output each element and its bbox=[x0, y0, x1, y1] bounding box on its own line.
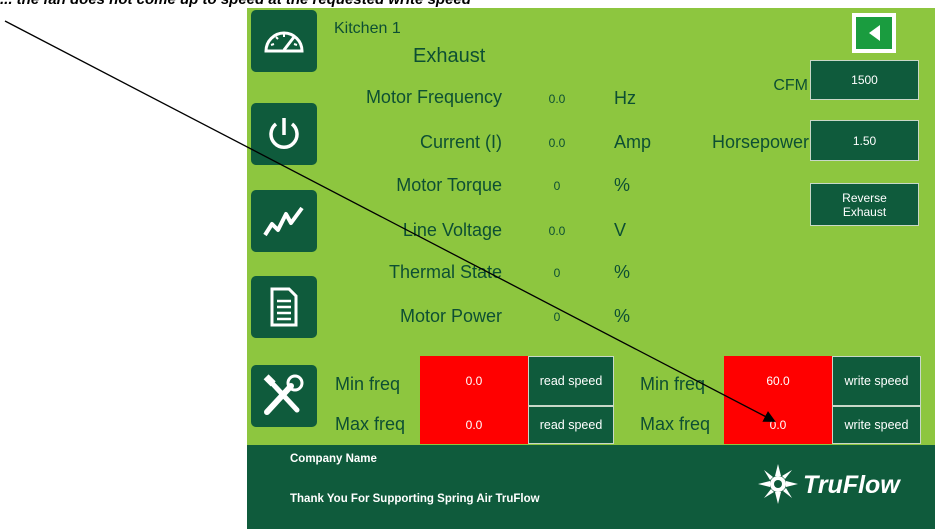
nav-dashboard-button[interactable] bbox=[251, 10, 317, 72]
trend-chart-icon bbox=[263, 206, 304, 237]
location-label: Kitchen 1 bbox=[334, 20, 401, 37]
horsepower-label: Horsepower bbox=[711, 132, 809, 152]
line-voltage-unit: V bbox=[614, 220, 627, 240]
motor-frequency-label: Motor Frequency bbox=[365, 87, 502, 107]
write-min-freq-label: Min freq bbox=[640, 374, 706, 394]
write-max-freq-field[interactable]: 0.0 bbox=[724, 406, 832, 444]
reverse-exhaust-label-line1: Reverse bbox=[842, 190, 887, 205]
cfm-label: CFM bbox=[773, 77, 808, 94]
thanks-message: Thank You For Supporting Spring Air TruF… bbox=[290, 493, 540, 505]
cfm-field[interactable]: 1500 bbox=[810, 60, 919, 100]
read-max-freq-label: Max freq bbox=[335, 414, 406, 434]
nav-trend-button[interactable] bbox=[251, 190, 317, 252]
read-min-freq-label: Min freq bbox=[335, 374, 401, 394]
read-min-speed-button[interactable]: read speed bbox=[528, 356, 614, 406]
motor-power-unit: % bbox=[614, 306, 631, 326]
current-value: 0.0 bbox=[548, 136, 566, 150]
horsepower-field[interactable]: 1.50 bbox=[810, 120, 919, 161]
write-min-speed-button[interactable]: write speed bbox=[832, 356, 921, 406]
current-unit: Amp bbox=[614, 132, 652, 152]
motor-power-value: 0 bbox=[553, 310, 561, 324]
truflow-logo-icon bbox=[758, 464, 798, 504]
motor-torque-label: Motor Torque bbox=[396, 175, 502, 195]
current-label: Current (I) bbox=[419, 132, 502, 152]
write-max-freq-label: Max freq bbox=[640, 414, 711, 434]
speedometer-icon bbox=[264, 31, 304, 53]
back-button[interactable] bbox=[852, 13, 896, 53]
document-icon bbox=[270, 287, 298, 327]
nav-tools-button[interactable] bbox=[251, 365, 317, 427]
read-min-freq-value: 0.0 bbox=[420, 356, 528, 406]
annotation-caption: ... the fan does not come up to speed at… bbox=[0, 0, 471, 8]
tools-icon bbox=[263, 374, 304, 415]
company-name: Company Name bbox=[290, 453, 377, 465]
thermal-state-value: 0 bbox=[553, 266, 561, 280]
footer-bar: Company Name Thank You For Supporting Sp… bbox=[247, 445, 935, 529]
line-voltage-value: 0.0 bbox=[548, 224, 566, 238]
thermal-state-unit: % bbox=[614, 262, 631, 282]
read-max-freq-value: 0.0 bbox=[420, 406, 528, 444]
write-max-speed-button[interactable]: write speed bbox=[832, 406, 921, 444]
back-arrow-icon bbox=[869, 25, 880, 41]
read-max-speed-button[interactable]: read speed bbox=[528, 406, 614, 444]
line-voltage-label: Line Voltage bbox=[402, 220, 502, 240]
hmi-panel: Kitchen 1 Exhaust Motor Frequency 0.0 Hz… bbox=[247, 8, 935, 529]
motor-power-label: Motor Power bbox=[399, 306, 502, 326]
motor-frequency-value: 0.0 bbox=[548, 92, 566, 106]
nav-power-button[interactable] bbox=[251, 103, 317, 165]
power-icon bbox=[269, 118, 299, 149]
write-min-freq-field[interactable]: 60.0 bbox=[724, 356, 832, 406]
motor-torque-value: 0 bbox=[553, 179, 561, 193]
fan-type-title: Exhaust bbox=[413, 45, 486, 67]
reverse-exhaust-label-line2: Exhaust bbox=[842, 204, 887, 219]
thermal-state-label: Thermal State bbox=[388, 262, 502, 282]
reverse-exhaust-button[interactable]: Reverse Exhaust bbox=[810, 183, 919, 226]
truflow-brand: TruFlow bbox=[803, 471, 900, 499]
motor-torque-unit: % bbox=[614, 175, 631, 195]
motor-frequency-unit: Hz bbox=[614, 88, 636, 108]
nav-report-button[interactable] bbox=[251, 276, 317, 338]
